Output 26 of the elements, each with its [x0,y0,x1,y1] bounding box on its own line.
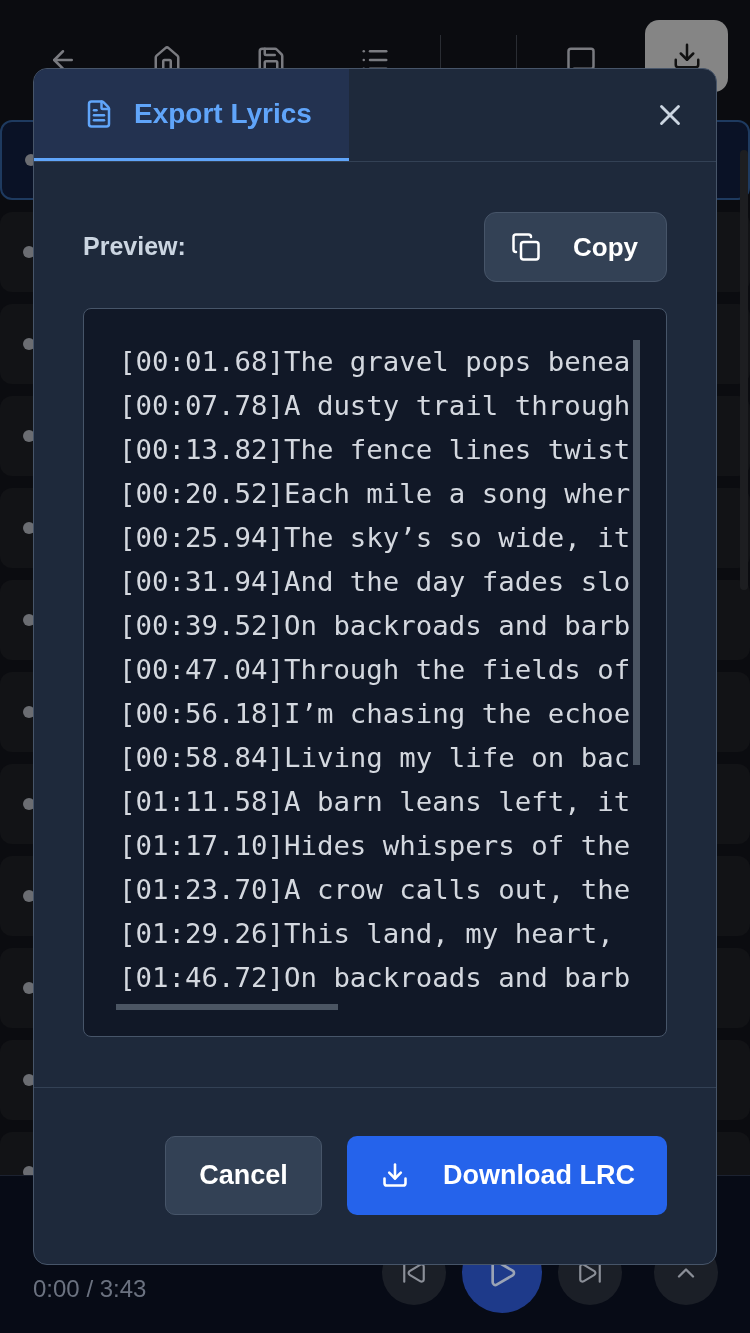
download-lrc-button[interactable]: Download LRC [347,1135,667,1215]
lrc-line: [01:46.72]On backroads and barb [119,961,631,995]
lrc-line: [00:01.68]The gravel pops benea [119,345,631,379]
scrollbar-thumb[interactable] [633,340,640,765]
lrc-line: [00:56.18]I’m chasing the echoe [119,697,631,731]
lrc-line: [00:07.78]A dusty trail through [119,389,631,423]
copy-icon [511,232,541,262]
copy-button[interactable]: Copy [484,212,667,282]
lrc-line: [00:47.04]Through the fields of [119,653,631,687]
playback-time: 0:00 / 3:43 [33,1275,147,1303]
lrc-line: [00:58.84]Living my life on bac [119,741,631,775]
lrc-line: [01:29.26]This land, my heart, [119,917,614,951]
cancel-button[interactable]: Cancel [165,1135,322,1215]
scrollbar-thumb[interactable] [116,1004,338,1010]
lrc-line: [00:39.52]On backroads and barb [119,609,631,643]
download-icon [381,1161,409,1189]
lrc-line: [01:11.58]A barn leans left, it [119,785,631,819]
scrollbar-thumb[interactable] [740,150,748,590]
export-lyrics-tab[interactable]: Export Lyrics [34,69,349,161]
preview-label: Preview: [83,231,186,263]
lrc-line: [00:13.82]The fence lines twist [119,433,631,467]
lrc-line: [00:31.94]And the day fades slo [119,565,631,599]
lrc-line: [01:17.10]Hides whispers of the [119,829,631,863]
lrc-line: [01:23.70]A crow calls out, the [119,873,631,907]
lrc-line: [00:20.52]Each mile a song wher [119,477,631,511]
lrc-line: [00:25.94]The sky’s so wide, it [119,521,631,555]
